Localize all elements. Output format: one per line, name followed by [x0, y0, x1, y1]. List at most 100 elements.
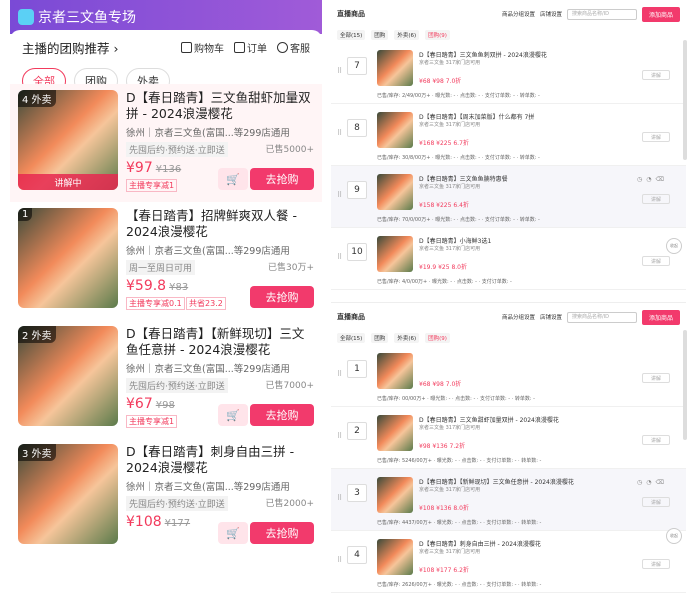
explain-button[interactable]: 讲解 [642, 497, 670, 507]
shop-settings-button[interactable]: 店铺设置 [540, 10, 562, 18]
product-shop: 京者三文鱼 317家门店可用 [419, 549, 481, 555]
collapse-button[interactable]: 收起 [666, 238, 682, 254]
product-card[interactable]: 1 【春日踏青】招牌鲜爽双人餐 - 2024浪漫樱花 徐州｜京者三文鱼(富国..… [10, 202, 322, 320]
product-thumbnail [377, 50, 413, 86]
headset-icon [277, 41, 288, 53]
search-input[interactable]: 搜索商品名称/ID [566, 311, 637, 323]
table-row[interactable]: ⠿ 8 D【春日踏青】【周末加菜版】什么都有 7拼 京者三文鱼 317家门店可用… [331, 104, 686, 166]
table-row[interactable]: ⠿ 1 ¥68 ¥98 7.0折 已售/库存: 00/00万+ · 曝光数: -… [331, 345, 686, 407]
product-image[interactable]: 4 外卖 讲解中 [18, 90, 118, 190]
drag-handle-icon[interactable]: ⠿ [337, 67, 342, 75]
sort-number-input[interactable]: 7 [347, 57, 367, 75]
table-row[interactable]: ⠿ 10 D【春日踏青】小海鲜3选1 京者三文鱼 317家门店可用 ¥19.9 … [331, 228, 686, 290]
sort-number-input[interactable]: 8 [347, 119, 367, 137]
add-product-button[interactable]: 添加商品 [641, 309, 680, 325]
original-price: ¥98 [155, 400, 175, 411]
group-settings-button[interactable]: 商品分组设置 [502, 313, 535, 321]
explain-button[interactable]: 讲解 [642, 132, 670, 142]
sort-number-input[interactable]: 3 [347, 484, 367, 502]
product-price: ¥67 ¥98 [126, 396, 175, 412]
product-image[interactable]: 3 外卖 [18, 444, 118, 544]
drag-handle-icon[interactable]: ⠿ [337, 253, 342, 261]
sort-number-input[interactable]: 4 [347, 546, 367, 564]
explain-button[interactable]: 讲解 [642, 256, 670, 266]
explain-button[interactable]: 讲解 [642, 373, 670, 383]
drag-handle-icon[interactable]: ⠿ [337, 556, 342, 564]
shop-logo-icon [18, 9, 34, 25]
panel-title[interactable]: 主播的团购推荐 › [22, 38, 118, 57]
product-stats: 已售/库存: 5246/00万+ · 曝光数: - · 点击数: - · 支付订… [377, 458, 542, 464]
collapse-button[interactable]: 收起 [666, 528, 682, 544]
explain-button[interactable]: 讲解 [642, 435, 670, 445]
header-title: 京者三文鱼专场 [38, 10, 136, 26]
product-name: D【春日踏青】三文鱼鱼腩特惠餐 [419, 176, 508, 183]
sort-number-input[interactable]: 9 [347, 181, 367, 199]
product-image[interactable]: 1 [18, 208, 118, 308]
service-button[interactable]: 客服 [277, 40, 310, 55]
product-name: D【春日踏青】【周末加菜版】什么都有 7拼 [419, 114, 535, 121]
product-thumbnail [377, 174, 413, 210]
buy-button[interactable]: 去抢购 [250, 522, 314, 544]
table-row[interactable]: ⠿ 7 D【春日踏青】三文鱼鱼刺双拼 - 2024浪漫樱花 京者三文鱼 317家… [331, 42, 686, 104]
filter-tab[interactable]: 团购 [371, 333, 389, 343]
buy-button[interactable]: 去抢购 [250, 286, 314, 308]
sort-number-input[interactable]: 2 [347, 422, 367, 440]
orders-button[interactable]: 订单 [234, 40, 267, 55]
original-price: ¥136 [155, 164, 182, 175]
explain-button[interactable]: 讲解 [642, 559, 670, 569]
add-to-cart-button[interactable]: 🛒 [218, 404, 248, 426]
product-shop: 徐州｜京者三文鱼(富国...等299店通用 [126, 364, 290, 375]
filter-tab[interactable]: 外卖(6) [394, 30, 420, 40]
product-name: D【春日踏青】三文鱼鱼刺双拼 - 2024浪漫樱花 [419, 52, 547, 59]
table-row[interactable]: ⠿ 2 D【春日踏青】三文鱼甜虾加量双拼 - 2024浪漫樱花 京者三文鱼 31… [331, 407, 686, 469]
search-input[interactable]: 搜索商品名称/ID [566, 8, 637, 20]
group-settings-button[interactable]: 商品分组设置 [502, 10, 535, 18]
table-row[interactable]: ⠿ 9 D【春日踏青】三文鱼鱼腩特惠餐 京者三文鱼 317家门店可用 ¥158 … [331, 166, 686, 228]
product-shop: 京者三文鱼 317家门店可用 [419, 60, 481, 66]
drag-handle-icon[interactable]: ⠿ [337, 432, 342, 440]
filter-tab[interactable]: 全部(15) [337, 333, 366, 343]
filter-tab[interactable]: 外卖(6) [394, 333, 420, 343]
product-name: D【春日踏青】【新鲜现切】三文鱼任意拼 - 2024浪漫樱花 [126, 326, 305, 357]
buy-button[interactable]: 去抢购 [250, 168, 314, 190]
cart-button[interactable]: 购物车 [181, 40, 224, 55]
product-card[interactable]: 3 外卖 D【春日踏青】刺身自由三拼 - 2024浪漫樱花 徐州｜京者三文鱼(富… [10, 438, 322, 556]
drag-handle-icon[interactable]: ⠿ [337, 370, 342, 378]
drag-handle-icon[interactable]: ⠿ [337, 129, 342, 137]
scrollbar[interactable] [683, 40, 687, 160]
buy-button[interactable]: 去抢购 [250, 404, 314, 426]
sold-count: 已售2000+ [265, 499, 314, 509]
product-thumbnail [377, 112, 413, 148]
table-row[interactable]: ⠿ 3 D【春日踏青】【新鲜现切】三文鱼任意拼 - 2024浪漫樱花 京者三文鱼… [331, 469, 686, 531]
row-action-icons[interactable]: ◷◔⌫ [637, 176, 668, 183]
explain-button[interactable]: 讲解 [642, 194, 670, 204]
product-price: ¥97 ¥136 [126, 160, 182, 176]
table-row[interactable]: ⠿ 4 D【春日踏青】刺身自由三拼 - 2024浪漫樱花 京者三文鱼 317家门… [331, 531, 686, 593]
add-product-button[interactable]: 添加商品 [641, 6, 680, 22]
product-stats: 已售/库存: 2626/00万+ · 曝光数: - · 点击数: - · 支付订… [377, 582, 542, 588]
explain-button[interactable]: 讲解 [642, 70, 670, 80]
product-stats: 已售/库存: 70/0/00万+ · 曝光数: - · 点击数: - · 支付订… [377, 217, 540, 223]
product-name: D【春日踏青】刺身自由三拼 - 2024浪漫樱花 [126, 444, 295, 475]
product-card[interactable]: 2 外卖 D【春日踏青】【新鲜现切】三文鱼任意拼 - 2024浪漫樱花 徐州｜京… [10, 320, 322, 438]
filter-tab[interactable]: 团购(9) [425, 333, 450, 343]
scrollbar[interactable] [683, 330, 687, 440]
sort-number-input[interactable]: 10 [347, 243, 367, 261]
sort-number-input[interactable]: 1 [347, 360, 367, 378]
filter-tab[interactable]: 团购(9) [425, 30, 450, 40]
add-to-cart-button[interactable]: 🛒 [218, 522, 248, 544]
product-tag: 先囤后约·预约送·立即送 [126, 378, 228, 393]
drag-handle-icon[interactable]: ⠿ [337, 191, 342, 199]
product-card[interactable]: 4 外卖 讲解中 D【春日踏青】三文鱼甜虾加量双拼 - 2024浪漫樱花 徐州｜… [10, 84, 322, 202]
shop-settings-button[interactable]: 店铺设置 [540, 313, 562, 321]
add-to-cart-button[interactable]: 🛒 [218, 168, 248, 190]
product-price: ¥98 ¥136 7.2折 [419, 443, 466, 450]
filter-tab[interactable]: 全部(15) [337, 30, 366, 40]
cart-icon: 🛒 [226, 526, 240, 540]
drag-handle-icon[interactable]: ⠿ [337, 494, 342, 502]
sold-count: 已售7000+ [265, 381, 314, 391]
row-action-icons[interactable]: ◷◔⌫ [637, 479, 668, 486]
product-stats: 已售/库存: 00/00万+ · 曝光数: - · 点击数: - · 支付订单数… [377, 396, 535, 402]
product-image[interactable]: 2 外卖 [18, 326, 118, 426]
filter-tab[interactable]: 团购 [371, 30, 389, 40]
